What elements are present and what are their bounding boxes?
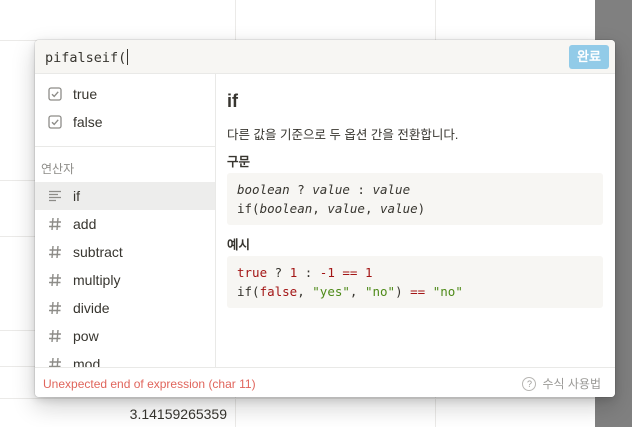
hash-icon xyxy=(47,300,63,316)
function-description: 다른 값을 기준으로 두 옵션 간을 전환합니다. xyxy=(227,128,459,142)
done-button[interactable]: 완료 xyxy=(569,45,609,69)
sidebar-item-if[interactable]: if xyxy=(35,182,215,210)
syntax-line: boolean ? value : value xyxy=(237,182,411,197)
function-list: true false 연산자 if add subtract multiply xyxy=(35,74,216,367)
syntax-heading: 구문 xyxy=(227,155,251,169)
formula-bar: pifalseif( 완료 xyxy=(35,40,615,74)
function-title: if xyxy=(227,91,238,111)
sidebar-item-false[interactable]: false xyxy=(35,108,215,136)
lines-icon xyxy=(47,188,63,204)
syntax-line: if(boolean, value, value) xyxy=(237,201,426,216)
example-heading: 예시 xyxy=(227,238,251,252)
checkbox-icon xyxy=(47,86,63,102)
sidebar-item-multiply[interactable]: multiply xyxy=(35,266,215,294)
sidebar-item-label: pow xyxy=(73,328,99,344)
question-icon: ? xyxy=(522,376,537,391)
example-code-block: true ? 1 : -1 == 1 if(false, "yes", "no")… xyxy=(227,256,603,308)
divider xyxy=(35,146,215,147)
syntax-code-block: boolean ? value : value if(boolean, value… xyxy=(227,173,603,225)
formula-footer: Unexpected end of expression (char 11) ?… xyxy=(35,367,615,397)
sidebar-item-subtract[interactable]: subtract xyxy=(35,238,215,266)
sidebar-item-label: mod xyxy=(73,356,101,367)
formula-input-text: pifalseif( xyxy=(45,50,127,66)
sidebar-item-label: if xyxy=(73,188,80,204)
hash-icon xyxy=(47,216,63,232)
hash-icon xyxy=(47,272,63,288)
hash-icon xyxy=(47,328,63,344)
sidebar-item-add[interactable]: add xyxy=(35,210,215,238)
checkbox-icon xyxy=(47,114,63,130)
example-line: true ? 1 : -1 == 1 xyxy=(237,265,373,280)
formula-editor-popup: pifalseif( 완료 true false 연산자 if add subt… xyxy=(35,40,615,397)
table-cell-value[interactable]: 3.14159265359 xyxy=(40,406,227,422)
sidebar-item-label: subtract xyxy=(73,244,123,260)
sidebar-item-divide[interactable]: divide xyxy=(35,294,215,322)
hash-icon xyxy=(47,356,63,367)
sidebar-item-label: add xyxy=(73,216,97,232)
formula-help-link[interactable]: ? 수식 사용법 xyxy=(522,375,601,392)
sidebar-item-label: multiply xyxy=(73,272,121,288)
error-message: Unexpected end of expression (char 11) xyxy=(43,377,256,391)
help-label: 수식 사용법 xyxy=(542,377,601,391)
sidebar-item-mod[interactable]: mod xyxy=(35,350,215,367)
table-gridline xyxy=(0,398,595,399)
formula-input[interactable]: pifalseif( xyxy=(45,49,129,66)
hash-icon xyxy=(47,244,63,260)
sidebar-item-label: false xyxy=(73,114,103,130)
sidebar-item-label: divide xyxy=(73,300,110,316)
text-caret xyxy=(127,49,129,65)
function-detail-panel: if 다른 값을 기준으로 두 옵션 간을 전환합니다. 구문 boolean … xyxy=(216,74,615,367)
example-line: if(false, "yes", "no") == "no" xyxy=(237,284,463,299)
sidebar-item-true[interactable]: true xyxy=(35,80,215,108)
operators-header: 연산자 xyxy=(41,162,75,176)
sidebar-item-label: true xyxy=(73,86,98,102)
sidebar-item-pow[interactable]: pow xyxy=(35,322,215,350)
